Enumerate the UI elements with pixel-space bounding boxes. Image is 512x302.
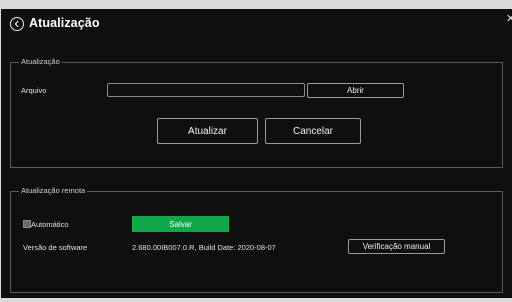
file-label: Arquivo bbox=[21, 86, 47, 95]
update-legend: Atualização bbox=[19, 57, 62, 66]
update-button[interactable]: Atualizar bbox=[157, 118, 258, 144]
open-file-button[interactable]: Abrir bbox=[307, 83, 404, 98]
cancel-button-label: Cancelar bbox=[292, 125, 334, 137]
save-button[interactable]: Salvar bbox=[132, 216, 229, 232]
file-path-input[interactable] bbox=[107, 83, 305, 97]
remote-update-legend: Atualização remota bbox=[19, 186, 88, 195]
auto-update-checkbox[interactable] bbox=[23, 220, 31, 228]
update-fieldset: Atualização Arquivo Abrir Atualizar Canc… bbox=[10, 57, 503, 168]
update-dialog: Atualização ✕ Atualização Arquivo Abrir … bbox=[1, 9, 512, 298]
page-title: Atualização bbox=[29, 16, 100, 30]
save-button-label: Salvar bbox=[169, 219, 192, 229]
manual-check-button[interactable]: Verificação manual bbox=[348, 239, 445, 254]
chevron-left-icon bbox=[14, 20, 19, 28]
software-version-value: 2.680.00IB007.0.R, Build Date: 2020-08-0… bbox=[132, 243, 276, 252]
manual-check-button-label: Verificação manual bbox=[362, 242, 431, 251]
auto-update-label: Automático bbox=[31, 220, 69, 229]
back-circle-icon[interactable] bbox=[10, 17, 24, 31]
update-button-label: Atualizar bbox=[188, 125, 227, 137]
software-version-label: Versão de software bbox=[23, 243, 88, 252]
close-icon[interactable]: ✕ bbox=[506, 12, 512, 25]
cancel-button[interactable]: Cancelar bbox=[265, 118, 361, 144]
title-bar: Atualização ✕ bbox=[1, 9, 512, 41]
open-file-button-label: Abrir bbox=[347, 86, 364, 95]
remote-update-fieldset: Atualização remota Automático Salvar Ver… bbox=[10, 186, 503, 293]
